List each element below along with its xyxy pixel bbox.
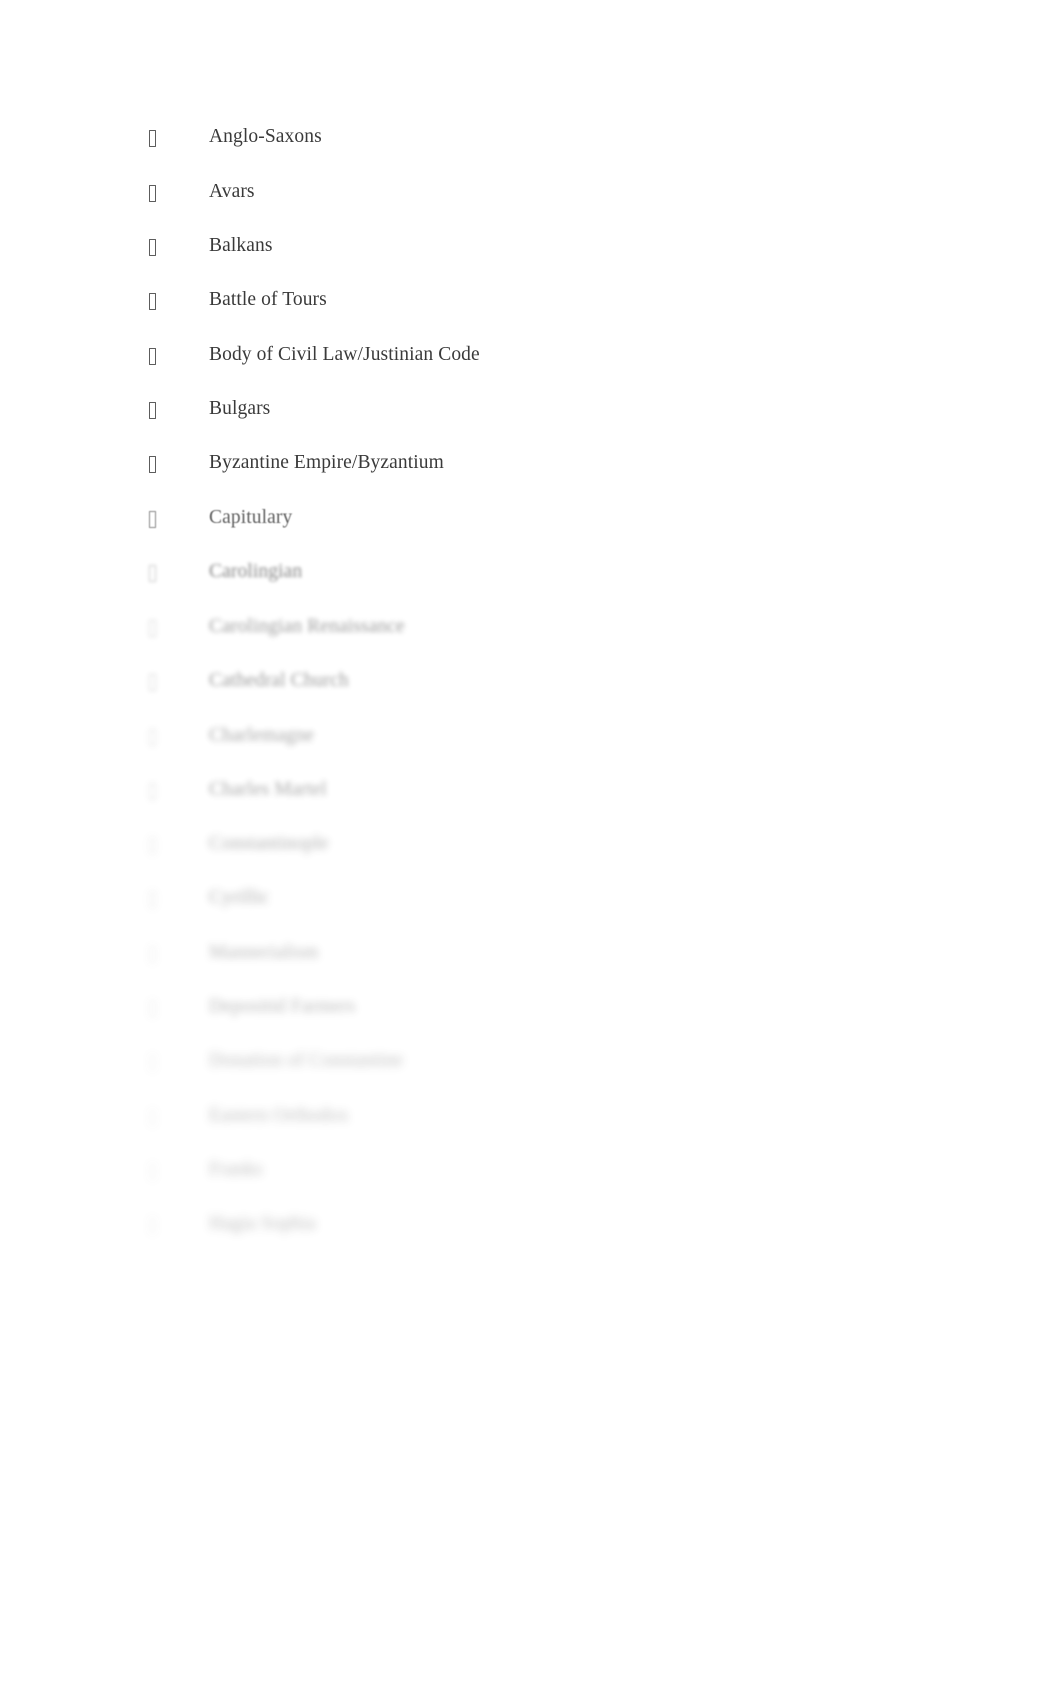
list-item-label: Battle of Tours — [209, 289, 327, 310]
list-item-label: Cyrillic — [209, 887, 270, 908]
list-item-label: Capitulary — [209, 507, 293, 528]
list-item-label: Eastern Orthodox — [209, 1105, 349, 1126]
list-item-label: Balkans — [209, 235, 273, 256]
list-bullet-icon — [149, 348, 156, 365]
list-item: Capitulary — [0, 503, 1062, 537]
list-bullet-icon — [149, 239, 156, 256]
list-item: Eastern Orthodox — [0, 1101, 1062, 1135]
list-item-label: Depositid Farmers — [209, 996, 356, 1017]
list-bullet-icon — [149, 783, 156, 800]
list-item: Charles Martel — [0, 775, 1062, 809]
list-item: Byzantine Empire/Byzantium — [0, 448, 1062, 482]
list-item: Battle of Tours — [0, 285, 1062, 319]
list-item-label: Body of Civil Law/Justinian Code — [209, 344, 480, 365]
list-item: Body of Civil Law/Justinian Code — [0, 340, 1062, 374]
list-item: Charlemagne — [0, 721, 1062, 755]
list-item: Depositid Farmers — [0, 992, 1062, 1026]
list-item: Constantinople — [0, 829, 1062, 863]
list-item-label: Donation of Constantine — [209, 1050, 404, 1071]
list-bullet-icon — [149, 511, 156, 528]
list-item: Cathedral Church — [0, 666, 1062, 700]
list-item: Anglo-Saxons — [0, 122, 1062, 156]
list-bullet-icon — [149, 837, 156, 854]
document-page: Anglo-Saxons Avars Balkans Battle of Tours B… — [0, 0, 1062, 1691]
list-item-label: Mannerialism — [209, 942, 319, 963]
list-item: Cyrillic — [0, 883, 1062, 917]
list-item-label: Carolingian — [209, 561, 303, 582]
list-bullet-icon — [149, 293, 156, 310]
list-bullet-icon — [149, 1217, 156, 1234]
list-item-label: Byzantine Empire/Byzantium — [209, 452, 444, 473]
list-bullet-icon — [149, 620, 156, 637]
list-item: Carolingian Renaissance — [0, 612, 1062, 646]
list-item: Mannerialism — [0, 938, 1062, 972]
list-item: Avars — [0, 177, 1062, 211]
list-bullet-icon — [149, 891, 156, 908]
list-item-label: Charles Martel — [209, 779, 327, 800]
list-bullet-icon — [149, 729, 156, 746]
list-item-label: Anglo-Saxons — [209, 126, 322, 147]
list-bullet-icon — [149, 565, 156, 582]
list-item: Donation of Constantine — [0, 1046, 1062, 1080]
list-item-label: Carolingian Renaissance — [209, 616, 405, 637]
list-bullet-icon — [149, 946, 156, 963]
list-item-label: Avars — [209, 181, 255, 202]
list-item-label: Cathedral Church — [209, 670, 349, 691]
list-bullet-icon — [149, 1109, 156, 1126]
list-item: Hagia Sophia — [0, 1209, 1062, 1243]
list-bullet-icon — [149, 130, 156, 147]
list-bullet-icon — [149, 1000, 156, 1017]
list-bullet-icon — [149, 185, 156, 202]
list-item-label: Bulgars — [209, 398, 271, 419]
list-item-label: Constantinople — [209, 833, 329, 854]
list-item: Balkans — [0, 231, 1062, 265]
list-item: Franks — [0, 1155, 1062, 1189]
list-item-label: Franks — [209, 1159, 263, 1180]
list-bullet-icon — [149, 1163, 156, 1180]
list-bullet-icon — [149, 1054, 156, 1071]
list-item: Bulgars — [0, 394, 1062, 428]
list-item: Carolingian — [0, 557, 1062, 591]
list-bullet-icon — [149, 402, 156, 419]
list-bullet-icon — [149, 456, 156, 473]
list-bullet-icon — [149, 674, 156, 691]
list-item-label: Charlemagne — [209, 725, 315, 746]
list-item-label: Hagia Sophia — [209, 1213, 316, 1234]
